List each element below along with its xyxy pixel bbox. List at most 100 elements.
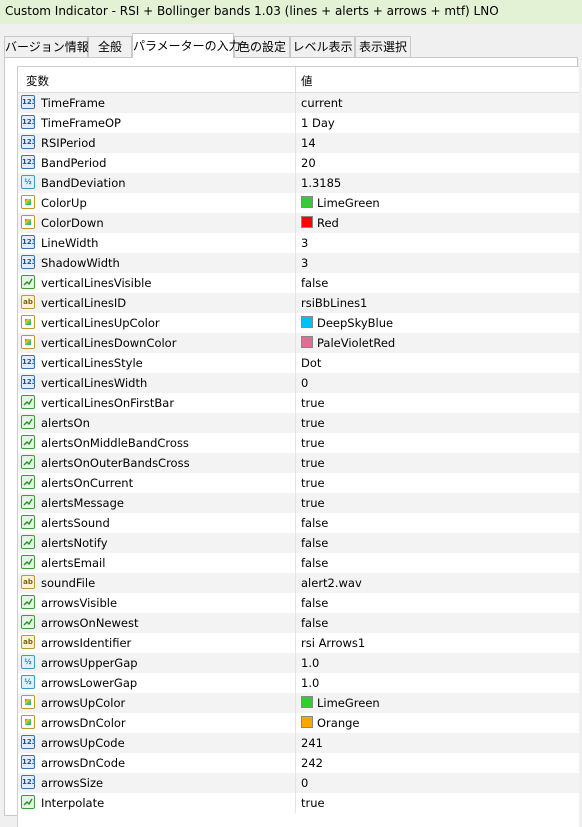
title-bar: Custom Indicator - RSI + Bollinger bands… [0,0,582,25]
param-row-RSIPeriod[interactable]: 123 RSIPeriod 14 [18,133,579,153]
header-variable[interactable]: 変数 [26,73,49,89]
param-value[interactable]: true [301,396,325,410]
param-row-arrowsUpperGap[interactable]: ½ arrowsUpperGap 1.0 [18,653,579,673]
param-row-arrowsIdentifier[interactable]: ab arrowsIdentifier rsi Arrows1 [18,633,579,653]
param-row-alertsMessage[interactable]: alertsMessage true [18,493,579,513]
param-value[interactable]: 3 [301,236,308,250]
param-row-arrowsLowerGap[interactable]: ½ arrowsLowerGap 1.0 [18,673,579,693]
param-value[interactable]: Red [317,216,339,230]
param-value[interactable]: true [301,476,325,490]
param-value[interactable]: false [301,556,328,570]
tab-input-parameters[interactable]: パラメーターの入力 [132,33,241,58]
param-row-LineWidth[interactable]: 123 LineWidth 3 [18,233,579,253]
param-row-alertsOnCurrent[interactable]: alertsOnCurrent true [18,473,579,493]
param-value[interactable]: 14 [301,136,316,150]
param-name: arrowsIdentifier [41,636,132,650]
column-divider [295,173,296,193]
param-value[interactable]: Orange [317,716,360,730]
color-swatch[interactable] [301,696,313,708]
param-value[interactable]: true [301,496,325,510]
bool-type-icon [21,795,35,809]
tab-version-info[interactable]: バージョン情報 [4,36,89,57]
param-row-verticalLinesStyle[interactable]: 123 verticalLinesStyle Dot [18,353,579,373]
param-value[interactable]: 0 [301,376,308,390]
header-divider[interactable] [295,67,296,92]
param-value[interactable]: 3 [301,256,308,270]
tab-general[interactable]: 全般 [88,36,132,57]
param-value[interactable]: false [301,516,328,530]
param-row-verticalLinesWidth[interactable]: 123 verticalLinesWidth 0 [18,373,579,393]
column-divider [295,613,296,633]
param-row-alertsOnOuterBandsCross[interactable]: alertsOnOuterBandsCross true [18,453,579,473]
param-value[interactable]: true [301,456,325,470]
param-row-BandPeriod[interactable]: 123 BandPeriod 20 [18,153,579,173]
column-divider [295,213,296,233]
param-row-arrowsUpColor[interactable]: arrowsUpColor LimeGreen [18,693,579,713]
param-value[interactable]: rsi Arrows1 [301,636,365,650]
param-value[interactable]: current [301,96,343,110]
param-row-arrowsDnCode[interactable]: 123 arrowsDnCode 242 [18,753,579,773]
param-value[interactable]: false [301,596,328,610]
param-value[interactable]: 1 Day [301,116,335,130]
param-value[interactable]: 242 [301,756,323,770]
param-row-arrowsDnColor[interactable]: arrowsDnColor Orange [18,713,579,733]
param-value[interactable]: true [301,796,325,810]
color-swatch[interactable] [301,216,313,228]
param-row-alertsNotify[interactable]: alertsNotify false [18,533,579,553]
bool-type-icon [21,455,35,469]
param-value[interactable]: 1.0 [301,676,319,690]
param-row-verticalLinesVisible[interactable]: verticalLinesVisible false [18,273,579,293]
param-name: arrowsUpCode [41,736,125,750]
param-row-verticalLinesID[interactable]: ab verticalLinesID rsiBbLines1 [18,293,579,313]
param-row-ShadowWidth[interactable]: 123 ShadowWidth 3 [18,253,579,273]
param-value[interactable]: 1.0 [301,656,319,670]
param-row-soundFile[interactable]: ab soundFile alert2.wav [18,573,579,593]
param-value[interactable]: Dot [301,356,321,370]
param-row-arrowsUpCode[interactable]: 123 arrowsUpCode 241 [18,733,579,753]
param-value[interactable]: PaleVioletRed [317,336,395,350]
param-name: BandDeviation [41,176,126,190]
param-name: verticalLinesVisible [41,276,152,290]
param-value[interactable]: LimeGreen [317,196,380,210]
param-value[interactable]: 20 [301,156,316,170]
param-value[interactable]: 1.3185 [301,176,341,190]
param-row-verticalLinesOnFirstBar[interactable]: verticalLinesOnFirstBar true [18,393,579,413]
color-swatch[interactable] [301,316,313,328]
param-row-TimeFrame[interactable]: 123 TimeFrame current [18,93,579,113]
param-row-ColorDown[interactable]: ColorDown Red [18,213,579,233]
param-value[interactable]: rsiBbLines1 [301,296,367,310]
color-swatch[interactable] [301,716,313,728]
tab-visualization[interactable]: 表示選択 [355,36,411,57]
param-row-alertsSound[interactable]: alertsSound false [18,513,579,533]
param-row-arrowsOnNewest[interactable]: arrowsOnNewest false [18,613,579,633]
header-value[interactable]: 値 [301,73,313,89]
tab-color-settings[interactable]: 色の設定 [234,36,290,57]
param-value[interactable]: true [301,416,325,430]
param-row-alertsOn[interactable]: alertsOn true [18,413,579,433]
param-row-verticalLinesUpColor[interactable]: verticalLinesUpColor DeepSkyBlue [18,313,579,333]
bool-type-icon [21,595,35,609]
param-value[interactable]: 241 [301,736,323,750]
param-row-alertsOnMiddleBandCross[interactable]: alertsOnMiddleBandCross true [18,433,579,453]
param-value[interactable]: DeepSkyBlue [317,316,393,330]
param-row-Interpolate[interactable]: Interpolate true [18,793,579,813]
color-type-icon [21,215,35,229]
param-row-BandDeviation[interactable]: ½ BandDeviation 1.3185 [18,173,579,193]
param-row-arrowsVisible[interactable]: arrowsVisible false [18,593,579,613]
param-row-ColorUp[interactable]: ColorUp LimeGreen [18,193,579,213]
color-swatch[interactable] [301,196,313,208]
param-value[interactable]: false [301,616,328,630]
color-swatch[interactable] [301,336,313,348]
param-row-alertsEmail[interactable]: alertsEmail false [18,553,579,573]
tab-levels[interactable]: レベル表示 [290,36,355,57]
param-value[interactable]: false [301,536,328,550]
param-value[interactable]: 0 [301,776,308,790]
param-value[interactable]: true [301,436,325,450]
param-value[interactable]: LimeGreen [317,696,380,710]
param-row-TimeFrameOP[interactable]: 123 TimeFrameOP 1 Day [18,113,579,133]
param-value[interactable]: alert2.wav [301,576,362,590]
param-row-arrowsSize[interactable]: 123 arrowsSize 0 [18,773,579,793]
param-row-verticalLinesDownColor[interactable]: verticalLinesDownColor PaleVioletRed [18,333,579,353]
column-divider [295,633,296,653]
param-value[interactable]: false [301,276,328,290]
